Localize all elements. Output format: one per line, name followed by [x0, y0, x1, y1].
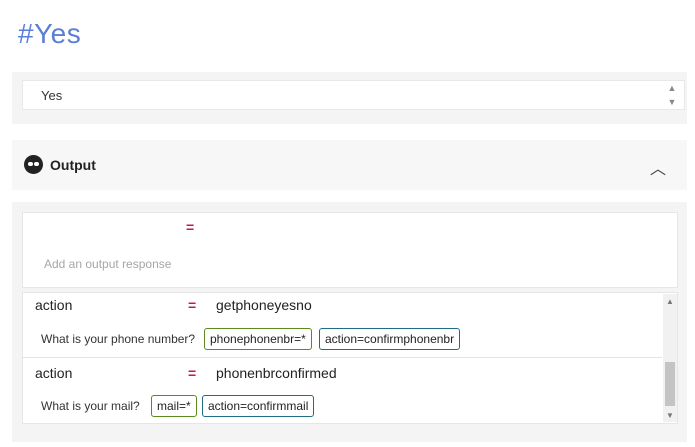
page-title: #Yes: [18, 18, 82, 49]
response-value[interactable]: getphoneyesno: [216, 297, 312, 313]
scroll-down-icon[interactable]: ▼: [663, 411, 677, 420]
scroll-thumb[interactable]: [665, 362, 675, 406]
output-label: Output: [50, 157, 96, 173]
response-key[interactable]: action: [35, 365, 72, 381]
add-response-box[interactable]: [22, 212, 678, 288]
add-response-placeholder[interactable]: Add an output response: [44, 257, 171, 271]
response-question: What is your mail?: [41, 399, 140, 413]
response-scrollbar[interactable]: ▲ ▼: [663, 294, 677, 422]
scroll-up-icon[interactable]: ▲: [663, 297, 677, 306]
equals-sign: =: [188, 297, 197, 313]
response-value[interactable]: phonenbrconfirmed: [216, 365, 337, 381]
input-field[interactable]: Yes ▲ ▼: [22, 80, 685, 110]
response-key[interactable]: action: [35, 297, 72, 313]
input-value: Yes: [41, 88, 63, 103]
row-divider: [22, 357, 662, 358]
variable-chip[interactable]: phonephonenbr=*: [204, 328, 312, 350]
action-chip[interactable]: action=confirmmail: [202, 395, 315, 417]
output-header[interactable]: [12, 140, 687, 190]
equals-sign: =: [188, 365, 197, 381]
scroll-up-icon[interactable]: ▲: [666, 83, 678, 93]
action-chip[interactable]: action=confirmphonenbr: [319, 328, 461, 350]
chevron-up-icon[interactable]: ︿: [650, 155, 666, 179]
output-glasses-icon: [24, 155, 43, 174]
response-question: What is your phone number?: [41, 332, 196, 346]
equals-sign: =: [186, 219, 195, 235]
variable-chip[interactable]: mail=*: [151, 395, 197, 417]
scroll-down-icon[interactable]: ▼: [666, 97, 678, 107]
